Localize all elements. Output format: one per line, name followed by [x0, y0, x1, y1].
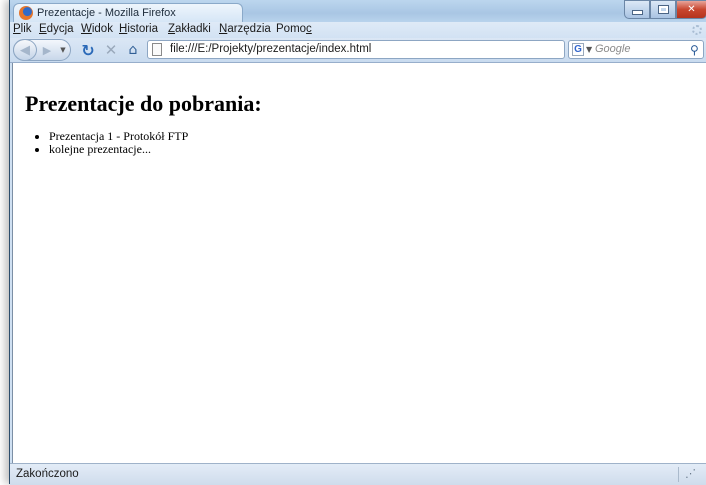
close-button[interactable]: ✕: [676, 0, 706, 19]
back-button[interactable]: ◀: [13, 39, 37, 61]
back-arrow-icon: ◀: [20, 42, 30, 58]
page-heading: Prezentacje do pobrania:: [25, 91, 262, 116]
menu-widok-accesskey: W: [81, 23, 92, 35]
firefox-logo-icon: [19, 6, 33, 20]
search-engine-icon[interactable]: G: [572, 43, 584, 56]
stop-icon: ✕: [104, 41, 118, 59]
search-engine-dropdown-icon[interactable]: ▼: [586, 45, 592, 54]
menu-narzedzia-rest: arzędzia: [227, 23, 271, 35]
search-input[interactable]: Google: [595, 43, 630, 55]
menu-widok[interactable]: Widok: [81, 23, 113, 35]
browser-window: Prezentacje - Mozilla Firefox ✕ Plik Edy…: [9, 0, 706, 485]
page-content: Prezentacje do pobrania: Prezentacja 1 -…: [12, 63, 706, 463]
menu-plik-rest: lik: [20, 23, 32, 35]
title-bar[interactable]: Prezentacje - Mozilla Firefox ✕: [10, 0, 706, 22]
presentation-list: Prezentacja 1 - Protokół FTP kolejne pre…: [35, 130, 188, 156]
menu-widok-rest: idok: [91, 23, 113, 35]
menu-edycja-accesskey: E: [39, 23, 47, 35]
status-bar: Zakończono ⋰: [10, 463, 706, 485]
reload-icon: ↻: [81, 40, 95, 60]
url-bar[interactable]: file:///E:/Projekty/prezentacje/index.ht…: [147, 40, 692, 59]
status-text: Zakończono: [16, 468, 79, 480]
menu-edycja-rest: dycja: [46, 23, 74, 35]
forward-button[interactable]: ▶: [38, 43, 56, 57]
menu-pomoc-pre: Pomo: [276, 23, 307, 35]
reload-button[interactable]: ↻: [79, 40, 97, 60]
maximize-button[interactable]: [650, 0, 676, 19]
search-bar[interactable]: G ▼ Google ⚲: [568, 40, 704, 59]
menu-historia[interactable]: Historia: [119, 23, 158, 35]
menu-narzedzia[interactable]: Narzędzia: [219, 23, 271, 35]
menu-edycja[interactable]: Edycja: [39, 23, 74, 35]
menu-zakladki-rest: akładki: [175, 23, 211, 35]
minimize-button[interactable]: [624, 0, 650, 19]
window-title: Prezentacje - Mozilla Firefox: [37, 7, 176, 19]
menu-bar: Plik Edycja Widok Historia Zakładki Narz…: [10, 22, 706, 38]
home-icon: ⌂: [128, 42, 138, 58]
status-divider: [678, 467, 679, 482]
forward-arrow-icon: ▶: [42, 43, 52, 57]
navigation-bar: ◀ ▶ ▼ ↻ ✕ ⌂ file:///E:/Projekty/prezenta…: [10, 38, 706, 63]
stop-button[interactable]: ✕: [102, 41, 120, 59]
maximize-icon: [657, 5, 669, 14]
url-input[interactable]: file:///E:/Projekty/prezentacje/index.ht…: [170, 43, 371, 55]
menu-plik-accesskey: P: [13, 23, 21, 35]
menu-pomoc-accesskey: c: [306, 23, 312, 35]
search-icon[interactable]: ⚲: [690, 43, 699, 57]
menu-zakladki[interactable]: Zakładki: [168, 23, 211, 35]
minimize-icon: [631, 10, 643, 15]
chevron-down-icon: ▼: [60, 46, 66, 54]
page-icon: [152, 43, 162, 56]
menu-plik[interactable]: Plik: [13, 23, 32, 35]
menu-historia-rest: istoria: [127, 23, 158, 35]
close-icon: ✕: [687, 4, 696, 15]
back-forward-group: ◀ ▶ ▼: [13, 39, 71, 61]
history-dropdown-button[interactable]: ▼: [58, 43, 68, 57]
menu-pomoc[interactable]: Pomoc: [276, 23, 312, 35]
menu-zakladki-accesskey: Z: [168, 23, 176, 35]
throbber-icon: [692, 25, 702, 35]
title-tab: Prezentacje - Mozilla Firefox: [13, 3, 243, 22]
list-item: kolejne prezentacje...: [49, 143, 188, 156]
resize-grip-icon[interactable]: ⋰: [685, 468, 697, 480]
home-button[interactable]: ⌂: [124, 41, 142, 59]
